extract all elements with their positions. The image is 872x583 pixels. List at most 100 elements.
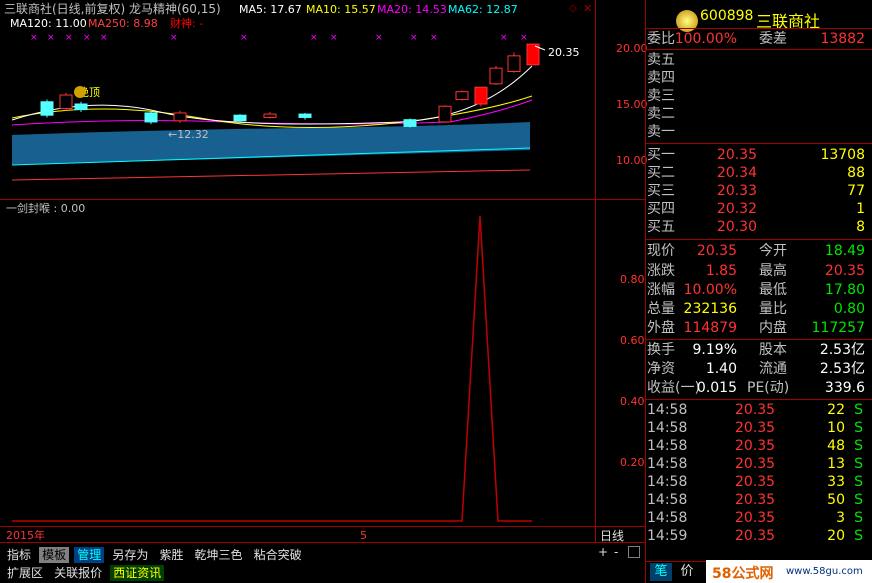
stat-value: 20.35: [824, 263, 865, 279]
buy-price: 20.30: [716, 219, 757, 235]
tick-price: 20.35: [735, 438, 776, 454]
sell5-row: 卖五: [647, 51, 869, 69]
buy-volume: 77: [847, 183, 865, 199]
indicator-axis: 0.80 0.60 0.40 0.20: [596, 200, 645, 526]
main-chart-panel[interactable]: 三联商社(日线,前复权) 龙马精神(60,15) MA5: 17.67 MA10…: [0, 0, 595, 200]
signal-marker: ×: [310, 33, 318, 43]
watermark-url: www.58gu.com: [786, 566, 863, 577]
y-tick: 0.40: [620, 395, 645, 408]
stat-label: PE(动): [747, 380, 790, 396]
stat-row: 外盘 114879 内盘 117257: [647, 319, 869, 337]
tab-indicator[interactable]: 指标: [4, 547, 34, 563]
plus-button[interactable]: +: [598, 545, 608, 559]
settings-button[interactable]: [628, 546, 640, 558]
tick-flag: S: [854, 492, 863, 508]
tick-flag: S: [854, 528, 863, 544]
tick-time: 14:58: [647, 492, 688, 508]
signal-marker: ×: [520, 33, 528, 43]
tick-row: 14:58 20.35 48 S: [647, 437, 869, 455]
candle-body: [489, 67, 503, 85]
stat-label: 总量: [647, 301, 675, 317]
divider: [0, 542, 645, 543]
buy3-row: 买三 20.33 77: [647, 182, 869, 200]
webi-row: 委比 100.00% 委差 13882: [647, 30, 869, 48]
watermark-logo: 58公式网 www.58gu.com: [706, 560, 872, 583]
tab-extension[interactable]: 扩展区: [4, 565, 46, 581]
stat-row: 现价 20.35 今开 18.49: [647, 242, 869, 260]
sell-label: 卖二: [647, 106, 675, 122]
candle-body: [40, 101, 54, 116]
buy-price: 20.35: [716, 147, 757, 163]
tab-xizheng-news[interactable]: 西证资讯: [110, 565, 165, 581]
divider: [595, 0, 596, 543]
tab-related-quotes[interactable]: 关联报价: [51, 565, 105, 581]
stat-label: 收益(一): [647, 380, 700, 396]
minus-button[interactable]: -: [614, 545, 618, 559]
stat-value: 114879: [683, 320, 737, 336]
tick-volume: 48: [827, 438, 845, 454]
tick-price: 20.35: [735, 492, 776, 508]
divider: [0, 199, 645, 200]
stat-value: 339.6: [824, 380, 865, 396]
stat-label: 股本: [759, 342, 787, 358]
tick-volume: 50: [827, 492, 845, 508]
candlestick-chart: × × × × × × × × × × × × × ×20.35←12.32绝顶: [11, 33, 580, 181]
signal-marker: ×: [65, 33, 73, 43]
webi-value: 100.00%: [674, 31, 737, 47]
candle-body: [507, 55, 521, 73]
signal-marker: ×: [410, 33, 418, 43]
tab-template[interactable]: 模板: [39, 547, 70, 563]
tab-trades[interactable]: 笔: [650, 563, 672, 581]
stat-label: 内盘: [759, 320, 787, 336]
tick-flag: S: [854, 420, 863, 436]
y-tick: 15.00: [616, 98, 648, 111]
low-price-label: ←12.32: [168, 128, 209, 141]
stat-label: 涨跌: [647, 263, 675, 279]
buy-price: 20.33: [716, 183, 757, 199]
stat2-row: 收益(一) 0.015 PE(动) 339.6: [647, 379, 869, 397]
period-label[interactable]: 日线: [600, 529, 624, 543]
tick-volume: 33: [827, 474, 845, 490]
sell-label: 卖一: [647, 124, 675, 140]
buy-volume: 8: [856, 219, 865, 235]
tick-volume: 22: [827, 402, 845, 418]
stat-value: 0.80: [833, 301, 865, 317]
buy1-row: 买一 20.35 13708: [647, 146, 869, 164]
stat-row: 涨跌 1.85 最高 20.35: [647, 262, 869, 280]
tick-price: 20.35: [735, 402, 776, 418]
tab-save-as[interactable]: 另存为: [109, 547, 151, 563]
tab-qiankun[interactable]: 乾坤三色: [192, 547, 246, 563]
tick-price: 20.35: [735, 474, 776, 490]
sell-label: 卖五: [647, 52, 675, 68]
candle-body: [403, 119, 417, 127]
candle-body: [59, 94, 73, 109]
tab-zisheng[interactable]: 紫胜: [156, 547, 186, 563]
indicator-panel[interactable]: 一剑封喉 : 0.00: [0, 200, 595, 526]
sell-label: 卖三: [647, 88, 675, 104]
buy4-row: 买四 20.32 1: [647, 200, 869, 218]
tick-price: 20.35: [735, 456, 776, 472]
buy-label: 买四: [647, 201, 675, 217]
candle-body: [74, 103, 88, 111]
candle-body: [438, 105, 452, 123]
y-tick: 0.20: [620, 456, 645, 469]
tick-time: 14:58: [647, 474, 688, 490]
stat-label: 换手: [647, 342, 675, 358]
buy-volume: 88: [847, 165, 865, 181]
y-tick: 20.00: [616, 42, 648, 55]
tick-time: 14:58: [647, 456, 688, 472]
tick-price: 20.35: [735, 420, 776, 436]
webi-label: 委比: [647, 31, 675, 47]
tab-nianhe[interactable]: 粘合突破: [251, 547, 305, 563]
stat-value: 0.015: [696, 380, 737, 396]
candle-body: [455, 91, 469, 101]
buy-label: 买三: [647, 183, 675, 199]
tick-row: 14:58 20.35 33 S: [647, 473, 869, 491]
divider: [646, 49, 872, 50]
candle-body: [144, 112, 158, 123]
tab-price[interactable]: 价: [676, 563, 698, 581]
signal-marker: ×: [430, 33, 438, 43]
stat-value: 2.53亿: [819, 342, 865, 358]
stat-value: 9.19%: [692, 342, 737, 358]
tab-manage[interactable]: 管理: [74, 547, 105, 563]
